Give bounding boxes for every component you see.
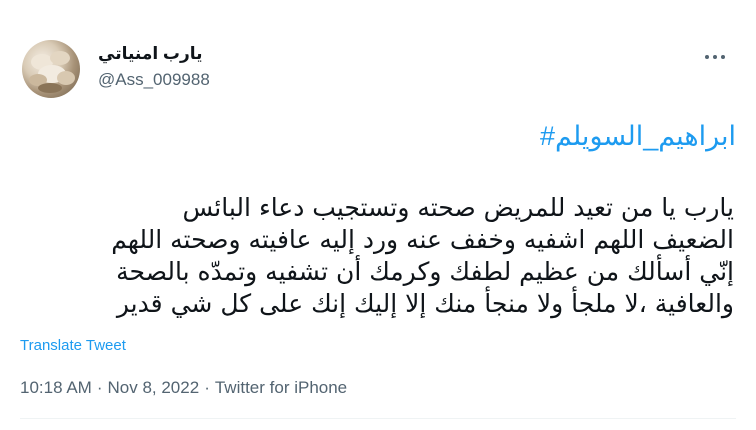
more-dot (721, 55, 725, 59)
tweet-text-line: الضعيف اللهم اشفيه وخفف عنه ورد إليه عاف… (111, 225, 734, 254)
divider (20, 418, 736, 419)
meta-separator: · (204, 378, 210, 397)
more-dot (705, 55, 709, 59)
meta-separator: · (96, 378, 103, 397)
user-handle[interactable]: @Ass_009988 (98, 70, 210, 90)
more-dot (713, 55, 717, 59)
tweet-meta: 10:18 AM · Nov 8, 2022 · Twitter for iPhone (20, 378, 347, 398)
display-name[interactable]: يارب امنياتي (98, 44, 203, 64)
tweet-source[interactable]: Twitter for iPhone (215, 378, 347, 397)
tweet-time[interactable]: 10:18 AM (20, 378, 92, 397)
more-horizontal-icon[interactable] (705, 52, 729, 62)
tweet-card: يارب امنياتي @Ass_009988 #ابراهيم_السويل… (0, 0, 756, 430)
avatar[interactable] (22, 40, 80, 98)
translate-tweet-link[interactable]: Translate Tweet (20, 337, 126, 354)
tweet-text: يارب يا من تعيد للمريض صحته وتستجيب دعاء… (34, 192, 734, 320)
tweet-text-line: يارب يا من تعيد للمريض صحته وتستجيب دعاء… (182, 193, 734, 222)
tweet-text-line: والعافية ،لا ملجأ ولا منجأ منك إلا إليك … (116, 289, 734, 318)
tweet-text-line: إنّي أسألك من عظيم لطفك وكرمك أن تشفيه و… (116, 257, 734, 286)
hashtag-link[interactable]: #ابراهيم_السويلم (540, 121, 736, 152)
tweet-date[interactable]: Nov 8, 2022 (108, 378, 200, 397)
